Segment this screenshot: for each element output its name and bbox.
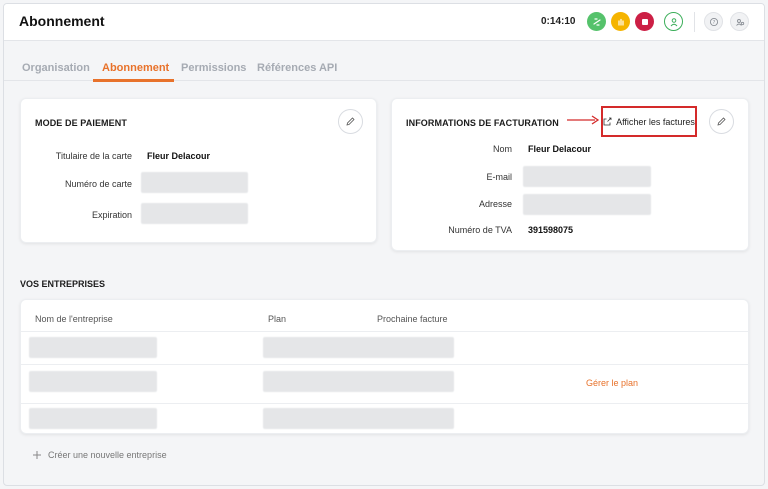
create-company-button[interactable]: Créer une nouvelle entreprise bbox=[32, 450, 167, 460]
status-yellow-button[interactable] bbox=[611, 12, 630, 31]
billing-name-value: Fleur Delacour bbox=[528, 144, 592, 154]
cardholder-label: Titulaire de la carte bbox=[55, 151, 132, 161]
edit-billing-button[interactable] bbox=[709, 109, 734, 134]
billing-address-label: Adresse bbox=[478, 199, 512, 209]
payment-method-card: MODE DE PAIEMENT Titulaire de la carte F… bbox=[20, 98, 377, 243]
company-name-redacted bbox=[29, 408, 157, 429]
top-bar: Abonnement 0:14:10 ? bbox=[4, 4, 764, 41]
billing-card-title: INFORMATIONS DE FACTURATION bbox=[406, 118, 559, 128]
card-number-label: Numéro de carte bbox=[64, 179, 132, 189]
tab-permissions[interactable]: Permissions bbox=[181, 62, 246, 74]
status-green-button[interactable] bbox=[587, 12, 606, 31]
link-icon bbox=[592, 17, 601, 26]
tab-bar: Organisation Abonnement Permissions Réfé… bbox=[4, 41, 764, 82]
plan-redacted bbox=[263, 337, 454, 358]
users-gear-icon bbox=[735, 18, 744, 26]
page-title: Abonnement bbox=[19, 13, 105, 29]
stop-button[interactable] bbox=[635, 12, 654, 31]
view-invoices-highlight: Afficher les factures bbox=[601, 106, 697, 137]
companies-table: Nom de l'entreprise Plan Prochaine factu… bbox=[20, 299, 749, 434]
billing-name-label: Nom bbox=[492, 144, 512, 154]
settings-button[interactable] bbox=[730, 12, 749, 31]
edit-payment-button[interactable] bbox=[338, 109, 363, 134]
company-name-redacted bbox=[29, 371, 157, 392]
card-number-redacted bbox=[141, 172, 248, 193]
vat-number-value: 391598075 bbox=[528, 225, 574, 235]
table-divider bbox=[21, 331, 748, 332]
external-link-icon bbox=[603, 117, 612, 126]
svg-text:?: ? bbox=[712, 19, 715, 25]
table-divider bbox=[21, 403, 748, 404]
help-icon: ? bbox=[709, 17, 718, 26]
annotation-arrow-icon bbox=[567, 115, 600, 125]
companies-section-title: VOS ENTREPRISES bbox=[20, 279, 106, 289]
create-company-label: Créer une nouvelle entreprise bbox=[48, 450, 167, 460]
view-invoices-link[interactable]: Afficher les factures bbox=[616, 117, 695, 127]
column-next-invoice: Prochaine facture bbox=[377, 314, 448, 324]
billing-email-redacted bbox=[523, 166, 651, 187]
hand-icon bbox=[617, 18, 624, 26]
tab-abonnement[interactable]: Abonnement bbox=[102, 62, 169, 74]
column-plan: Plan bbox=[268, 314, 287, 324]
table-divider bbox=[21, 364, 748, 365]
stop-icon bbox=[641, 18, 648, 25]
pencil-icon bbox=[346, 117, 355, 126]
app-window: Abonnement 0:14:10 ? Organisation Abonne… bbox=[3, 3, 765, 486]
help-button[interactable]: ? bbox=[704, 12, 723, 31]
payment-card-title: MODE DE PAIEMENT bbox=[35, 118, 127, 128]
cardholder-value: Fleur Delacour bbox=[147, 151, 211, 161]
expiry-redacted bbox=[141, 203, 248, 224]
toolbar-divider bbox=[694, 12, 695, 32]
manage-plan-link[interactable]: Gérer le plan bbox=[586, 378, 638, 388]
active-tab-indicator bbox=[93, 79, 174, 82]
plan-redacted bbox=[263, 408, 454, 429]
tab-references-api[interactable]: Références API bbox=[257, 62, 337, 74]
column-company-name: Nom de l'entreprise bbox=[35, 314, 113, 324]
pencil-icon bbox=[717, 117, 726, 126]
session-timer: 0:14:10 bbox=[541, 16, 576, 27]
expiry-label: Expiration bbox=[91, 210, 132, 220]
user-icon bbox=[670, 17, 677, 26]
vat-number-label: Numéro de TVA bbox=[448, 225, 512, 235]
user-button[interactable] bbox=[664, 12, 683, 31]
company-name-redacted bbox=[29, 337, 157, 358]
plan-redacted bbox=[263, 371, 454, 392]
billing-email-label: E-mail bbox=[486, 172, 512, 182]
tab-organisation[interactable]: Organisation bbox=[22, 62, 90, 74]
billing-address-redacted bbox=[523, 194, 651, 215]
plus-icon bbox=[33, 451, 41, 459]
